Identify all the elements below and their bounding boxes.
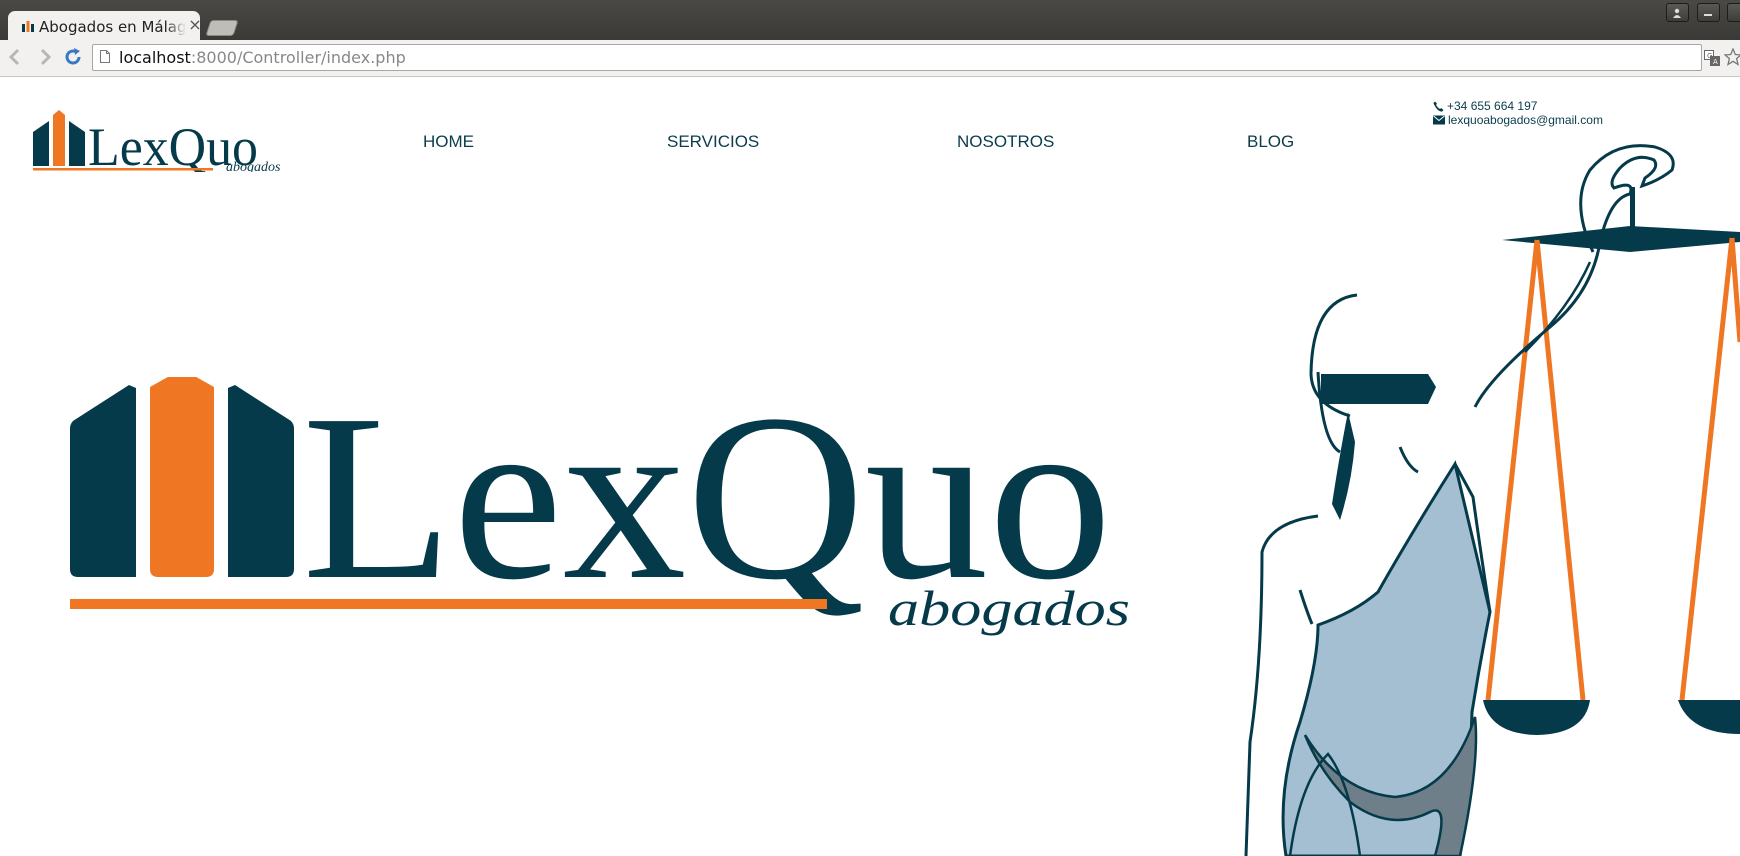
forward-icon[interactable] <box>34 46 56 68</box>
url-text: localhost:8000/Controller/index.php <box>119 48 406 67</box>
url-path: :8000/Controller/index.php <box>190 48 406 67</box>
phone-number: +34 655 664 197 <box>1447 99 1538 113</box>
hero-logo-tagline: abogados <box>888 580 1130 636</box>
logo-underline <box>33 168 213 171</box>
favicon-icon <box>22 21 34 32</box>
tab-title-fade <box>166 17 186 37</box>
address-bar[interactable]: localhost:8000/Controller/index.php <box>92 44 1702 71</box>
tab-close-icon[interactable]: × <box>188 16 202 34</box>
hero-pillar-center <box>150 377 214 577</box>
maximize-icon[interactable] <box>1727 3 1740 22</box>
hero-pillar-right <box>228 385 294 577</box>
logo-pillar-center <box>53 110 65 166</box>
email-row: lexquoabogados@gmail.com <box>1433 113 1603 127</box>
contact-info: +34 655 664 197 lexquoabogados@gmail.com <box>1433 99 1603 127</box>
lady-justice-illustration <box>1244 144 1740 856</box>
scale-pan-right <box>1678 700 1740 734</box>
reload-icon[interactable] <box>62 46 84 68</box>
profile-icon[interactable] <box>1666 3 1689 22</box>
browser-tab[interactable]: Abogados en Málaga × <box>8 11 202 41</box>
back-icon[interactable] <box>4 46 26 68</box>
header-logo-tagline: abogados <box>226 160 281 172</box>
nav-servicios[interactable]: SERVICIOS <box>667 132 759 152</box>
logo-pillar-left <box>33 121 49 166</box>
phone-icon <box>1433 101 1444 112</box>
hero-logo-underline <box>70 599 827 609</box>
minimize-icon[interactable] <box>1697 3 1720 22</box>
page-icon <box>100 50 110 63</box>
scale-pan-left <box>1483 700 1590 735</box>
envelope-icon <box>1433 115 1445 125</box>
hero-pillar-left <box>70 385 136 577</box>
web-page: LexQuo abogados HOME SERVICIOS NOSOTROS … <box>0 77 1740 856</box>
blindfold <box>1321 374 1436 404</box>
logo-pillar-right <box>69 121 85 166</box>
hero-logo: LexQuo abogados <box>70 377 1130 636</box>
bookmark-star-icon[interactable] <box>1724 48 1740 66</box>
email-link[interactable]: lexquoabogados@gmail.com <box>1448 113 1603 127</box>
svg-text:A: A <box>1713 58 1718 66</box>
nav-nosotros[interactable]: NOSOTROS <box>957 132 1054 152</box>
translate-icon[interactable]: G A <box>1704 50 1720 66</box>
new-tab-button[interactable] <box>205 20 239 36</box>
phone-row: +34 655 664 197 <box>1433 99 1603 113</box>
tab-title: Abogados en Málaga <box>39 18 185 36</box>
browser-toolbar: localhost:8000/Controller/index.php G A <box>0 40 1740 77</box>
nav-home[interactable]: HOME <box>423 132 474 152</box>
url-host: localhost <box>119 48 191 67</box>
header-logo[interactable]: LexQuo abogados <box>33 110 283 172</box>
browser-tab-strip: Abogados en Málaga × <box>0 0 1740 41</box>
svg-text:G: G <box>1707 52 1712 60</box>
